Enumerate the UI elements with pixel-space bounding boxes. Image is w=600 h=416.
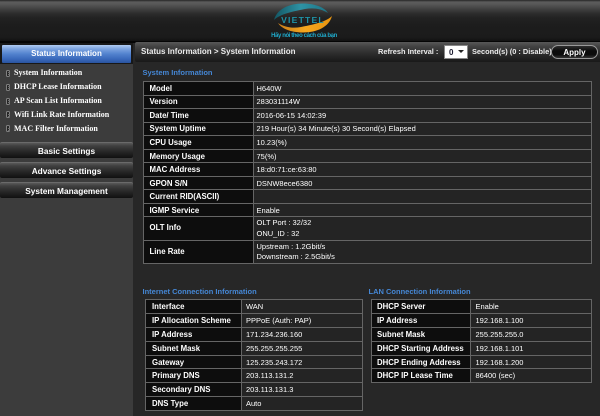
svg-text:VIETTEL: VIETTEL [281,15,325,25]
